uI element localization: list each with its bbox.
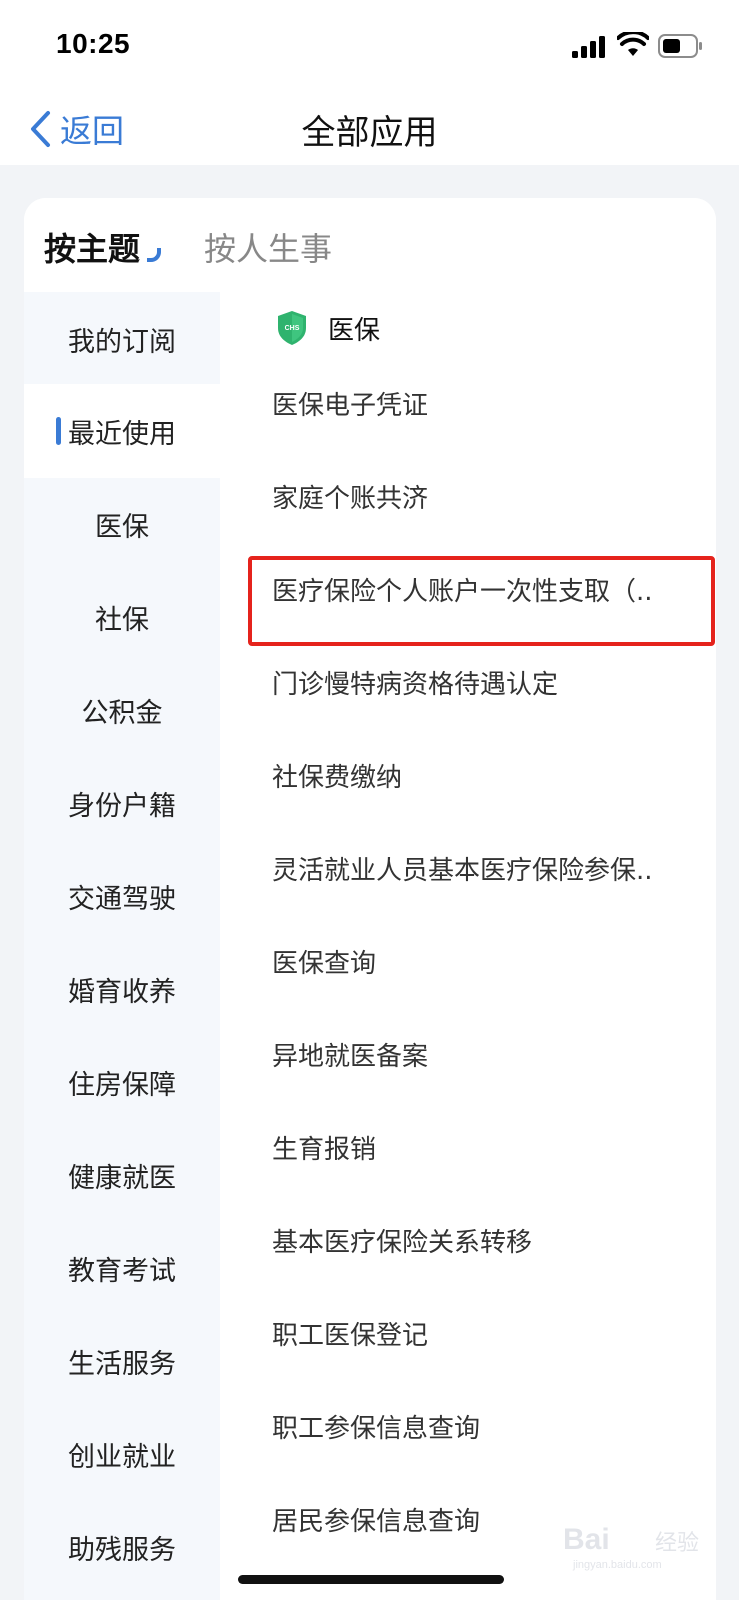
sidebar-item-label: 最近使用 [68, 418, 176, 450]
svg-text:CHS: CHS [285, 325, 300, 332]
category-sidebar: 我的订阅 最近使用 医保 社保 公积金 身份户籍 交通驾驶 婚育收养 住房保障 … [24, 292, 220, 1600]
sidebar-item-label: 婚育收养 [68, 976, 176, 1008]
sidebar-item-traffic[interactable]: 交通驾驶 [24, 849, 220, 943]
home-indicator[interactable] [238, 1575, 504, 1584]
sidebar-item-label: 交通驾驶 [68, 883, 176, 915]
sidebar-item-label: 创业就业 [68, 1441, 176, 1473]
list-item[interactable]: 居民参保信息查询 [272, 1494, 480, 1544]
nav-bar: 返回 全部应用 [0, 95, 739, 165]
sidebar-item-marriage[interactable]: 婚育收养 [24, 942, 220, 1036]
sidebar-item-housing[interactable]: 住房保障 [24, 1035, 220, 1129]
group-label: 医保 [328, 315, 381, 346]
apps-card: 按主题 按人生事 我的订阅 最近使用 医保 社保 公积金 身份户籍 交通驾驶 婚… [24, 198, 716, 1600]
sidebar-item-disability[interactable]: 助残服务 [24, 1500, 220, 1594]
sidebar-item-life-services[interactable]: 生活服务 [24, 1314, 220, 1408]
group-header: CHS 医保 [276, 306, 380, 350]
app-list: CHS 医保 医保电子凭证 家庭个账共济 医疗保险个人账户一次性支取（.. 门诊… [220, 292, 716, 1600]
sidebar-item-label: 教育考试 [68, 1255, 176, 1287]
sidebar-item-subscriptions[interactable]: 我的订阅 [24, 292, 220, 386]
chs-shield-icon: CHS [278, 311, 306, 345]
list-item[interactable]: 医保电子凭证 [272, 378, 428, 428]
active-tab-indicator [147, 248, 161, 262]
list-item[interactable]: 门诊慢特病资格待遇认定 [272, 657, 558, 707]
mode-tabs: 按主题 按人生事 [24, 198, 716, 292]
list-item[interactable]: 异地就医备案 [272, 1029, 428, 1079]
list-item[interactable]: 医疗保险个人账户一次性支取（.. [272, 564, 653, 614]
sidebar-item-social-security[interactable]: 社保 [24, 570, 220, 664]
sidebar-item-label: 身份户籍 [68, 790, 176, 822]
list-item[interactable]: 生育报销 [272, 1122, 376, 1172]
sidebar-item-medical-insurance[interactable]: 医保 [24, 477, 220, 571]
list-item[interactable]: 家庭个账共济 [272, 471, 428, 521]
tab-by-theme[interactable]: 按主题 [44, 224, 140, 270]
sidebar-item-label: 社保 [95, 604, 149, 636]
sidebar-item-label: 我的订阅 [68, 326, 176, 358]
sidebar-item-health[interactable]: 健康就医 [24, 1128, 220, 1222]
sidebar-item-recent[interactable]: 最近使用 [24, 384, 220, 478]
sidebar-item-label: 住房保障 [68, 1069, 176, 1101]
sidebar-item-label: 健康就医 [68, 1162, 176, 1194]
battery-icon [658, 34, 702, 58]
page-title: 全部应用 [301, 113, 438, 153]
sidebar-item-label: 助残服务 [68, 1534, 176, 1566]
watermark-text-secondary: 经验 [655, 1531, 700, 1556]
sidebar-item-label: 公积金 [81, 697, 163, 729]
list-item[interactable]: 社保费缴纳 [272, 750, 402, 800]
list-item[interactable]: 灵活就业人员基本医疗保险参保.. [272, 843, 653, 893]
sidebar-item-label: 生活服务 [68, 1348, 176, 1380]
sidebar-item-education[interactable]: 教育考试 [24, 1221, 220, 1315]
list-item[interactable]: 职工参保信息查询 [272, 1401, 480, 1451]
sidebar-item-employment[interactable]: 创业就业 [24, 1407, 220, 1501]
sidebar-item-label: 医保 [95, 511, 149, 543]
status-time: 10:25 [56, 28, 131, 59]
sidebar-item-housing-fund[interactable]: 公积金 [24, 663, 220, 757]
tab-by-life-event[interactable]: 按人生事 [204, 224, 332, 270]
list-item[interactable]: 职工医保登记 [272, 1308, 428, 1358]
watermark-url: jingyan.baidu.com [573, 1559, 662, 1571]
watermark-text: Bai [563, 1523, 610, 1556]
sidebar-item-identity[interactable]: 身份户籍 [24, 756, 220, 850]
list-item[interactable]: 基本医疗保险关系转移 [272, 1215, 532, 1265]
baidu-watermark: Bai 经验 jingyan.baidu.com [563, 1515, 713, 1571]
status-bar: 10:25 [0, 0, 739, 95]
signal-icon [572, 36, 605, 58]
wifi-icon [617, 32, 649, 56]
list-item[interactable]: 医保查询 [272, 936, 376, 986]
active-indicator [56, 417, 61, 445]
